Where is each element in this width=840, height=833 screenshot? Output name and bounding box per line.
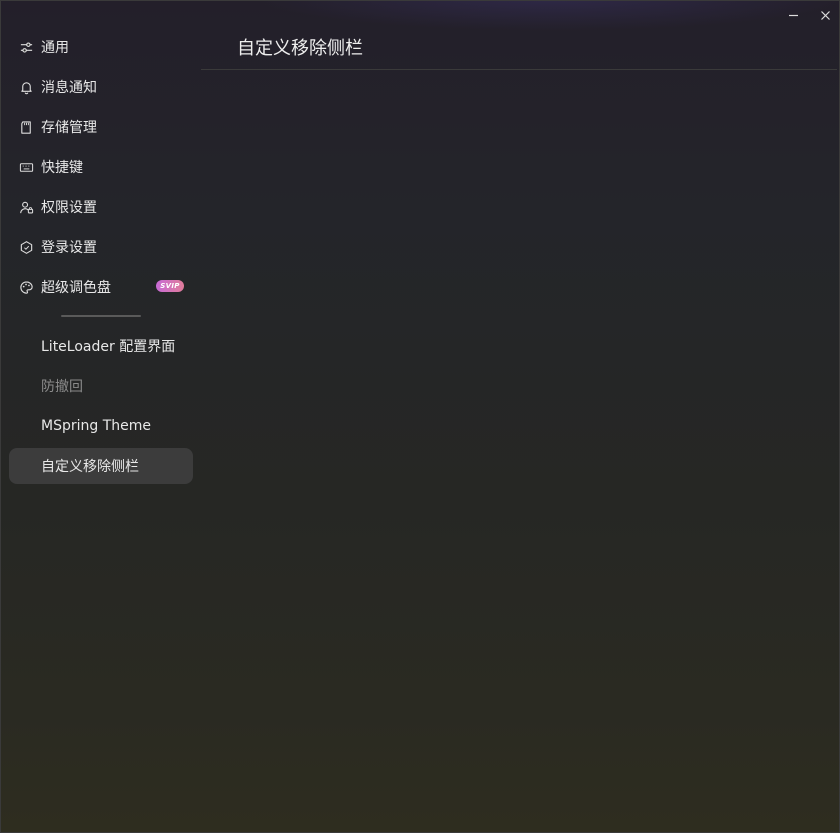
sidebar-item-login[interactable]: 登录设置 — [9, 229, 193, 265]
sidebar-item-general[interactable]: 通用 — [9, 29, 193, 65]
keyboard-icon — [18, 159, 34, 175]
hexagon-icon — [18, 239, 34, 255]
sidebar-item-label: 超级调色盘 — [41, 280, 111, 296]
sidebar-item-label: 消息通知 — [41, 80, 97, 96]
storage-card-icon — [18, 119, 34, 135]
sidebar-item-custom-remove-sidebar[interactable]: 自定义移除侧栏 — [9, 448, 193, 484]
sidebar-item-label: 权限设置 — [41, 200, 97, 216]
palette-icon — [18, 279, 34, 295]
minimize-icon — [788, 14, 798, 16]
sliders-icon — [18, 39, 34, 55]
sidebar-divider — [61, 315, 141, 317]
sidebar-item-label: 自定义移除侧栏 — [41, 459, 139, 475]
sidebar-item-notifications[interactable]: 消息通知 — [9, 69, 193, 105]
close-button[interactable] — [814, 5, 836, 25]
sidebar-item-liteloader[interactable]: LiteLoader 配置界面 — [9, 328, 193, 364]
sidebar-item-label: 登录设置 — [41, 240, 97, 256]
title-glow — [251, 1, 839, 31]
sidebar-item-label: 存储管理 — [41, 120, 97, 136]
settings-window: 通用 消息通知 存储管理 快捷键 权限设置 登录设置 超级调色盘 SVIP Li… — [0, 0, 840, 833]
sidebar-item-mspring-theme[interactable]: MSpring Theme — [9, 408, 193, 444]
close-icon — [820, 10, 830, 20]
sidebar-item-label: LiteLoader 配置界面 — [41, 339, 176, 355]
sidebar-item-label: 快捷键 — [41, 160, 83, 176]
sidebar-item-label: 防撤回 — [41, 379, 83, 395]
header-divider — [201, 69, 837, 70]
bell-icon — [18, 79, 34, 95]
sidebar: 通用 消息通知 存储管理 快捷键 权限设置 登录设置 超级调色盘 SVIP Li… — [1, 1, 201, 832]
user-lock-icon — [18, 199, 34, 215]
sidebar-item-anti-recall[interactable]: 防撤回 — [9, 368, 193, 404]
page-title: 自定义移除侧栏 — [237, 38, 363, 59]
sidebar-item-shortcuts[interactable]: 快捷键 — [9, 149, 193, 185]
svip-badge: SVIP — [156, 280, 184, 292]
sidebar-item-label: 通用 — [41, 40, 69, 56]
sidebar-item-permissions[interactable]: 权限设置 — [9, 189, 193, 225]
minimize-button[interactable] — [782, 5, 804, 25]
sidebar-item-storage[interactable]: 存储管理 — [9, 109, 193, 145]
sidebar-item-palette[interactable]: 超级调色盘 SVIP — [9, 269, 193, 305]
sidebar-item-label: MSpring Theme — [41, 418, 151, 434]
